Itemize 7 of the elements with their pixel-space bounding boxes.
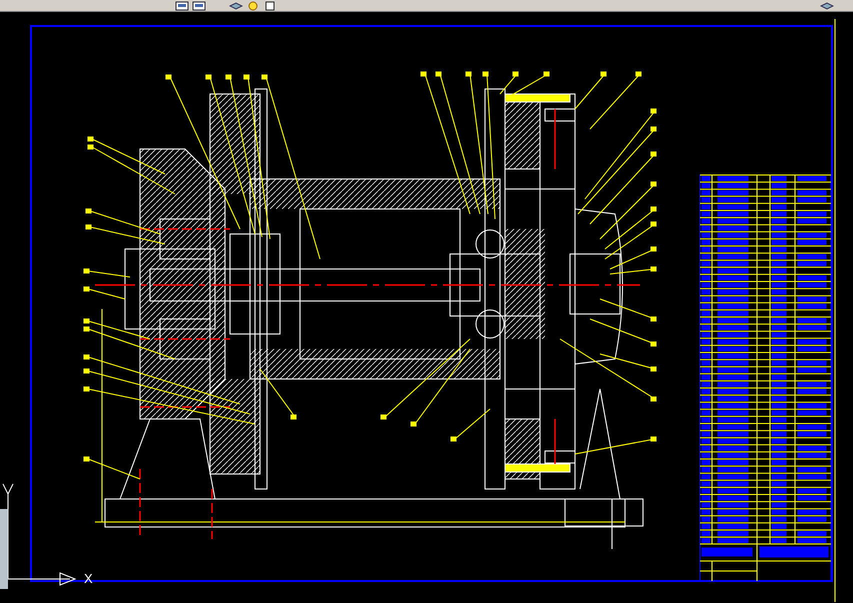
square-icon[interactable] xyxy=(263,1,277,11)
layers-icon[interactable] xyxy=(229,1,243,11)
bulb-icon[interactable] xyxy=(246,1,260,11)
window-icon[interactable] xyxy=(175,1,189,11)
ucs-icon xyxy=(2,484,76,586)
window-icon[interactable] xyxy=(192,1,206,11)
layers-icon[interactable] xyxy=(820,1,834,11)
